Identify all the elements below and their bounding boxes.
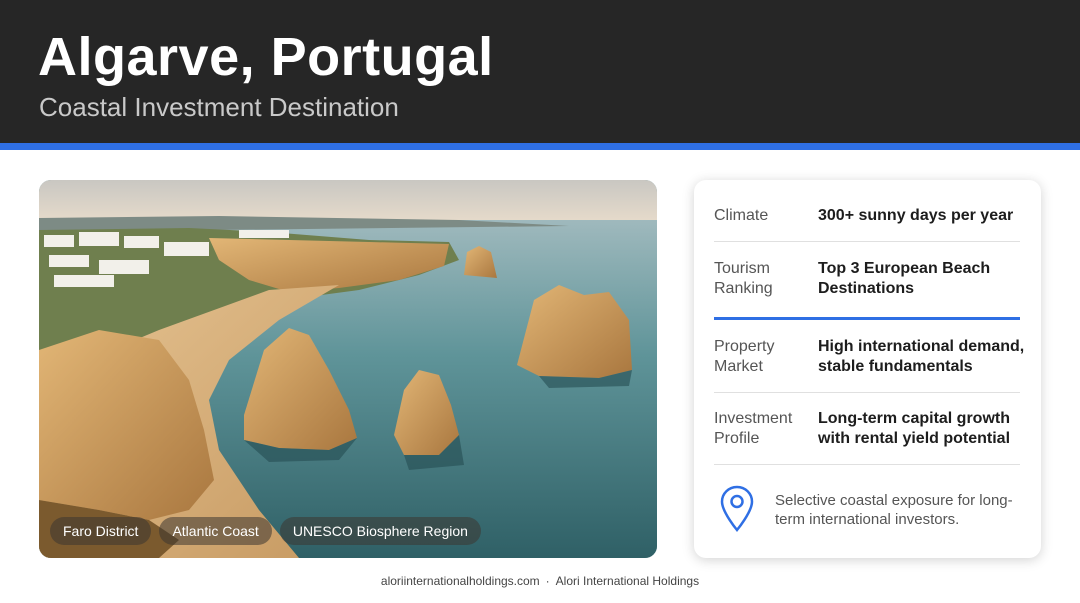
footer-website: aloriinternationalholdings.com: [380, 574, 540, 588]
footer-separator: ·: [545, 574, 550, 588]
detail-label: Climate: [714, 207, 769, 224]
photo-tags: Faro District Atlantic Coast UNESCO Bios…: [50, 517, 481, 545]
detail-label: Tourism Ranking: [714, 260, 773, 297]
detail-label: Investment Profile: [714, 410, 793, 447]
detail-value: 300+ sunny days per year: [818, 207, 1014, 224]
detail-row-investment: Investment Profile Long-term capital gro…: [714, 393, 1020, 465]
tag-faro-district: Faro District: [50, 517, 152, 545]
page-title: Algarve, Portugal: [38, 27, 494, 87]
coastline-illustration: [39, 180, 657, 558]
detail-value: Long-term capital growth with rental yie…: [818, 410, 1011, 447]
coastline-photo: [39, 180, 657, 558]
header-accent-bar: [0, 143, 1080, 150]
details-card: Climate 300+ sunny days per year Tourism…: [694, 180, 1041, 558]
tag-unesco-biosphere: UNESCO Biosphere Region: [279, 517, 481, 545]
tag-atlantic-coast: Atlantic Coast: [159, 517, 272, 545]
detail-value: High international demand, stable fundam…: [818, 338, 1025, 375]
header-banner: Algarve, Portugal Coastal Investment Des…: [0, 0, 1080, 143]
footer-company: Alori International Holdings: [555, 574, 700, 588]
page-subtitle: Coastal Investment Destination: [39, 92, 399, 122]
investor-note: Selective coastal exposure for long-term…: [775, 492, 1013, 528]
detail-row-climate: Climate 300+ sunny days per year: [714, 180, 1020, 242]
detail-label: Property Market: [714, 338, 775, 375]
map-pin-icon: [720, 485, 754, 532]
footer: aloriinternationalholdings.com · Alori Int…: [0, 574, 1080, 588]
detail-row-tourism: Tourism Ranking Top 3 European Beach Des…: [714, 242, 1020, 320]
detail-value: Top 3 European Beach Destinations: [818, 260, 991, 297]
detail-row-property: Property Market High international deman…: [714, 320, 1024, 393]
